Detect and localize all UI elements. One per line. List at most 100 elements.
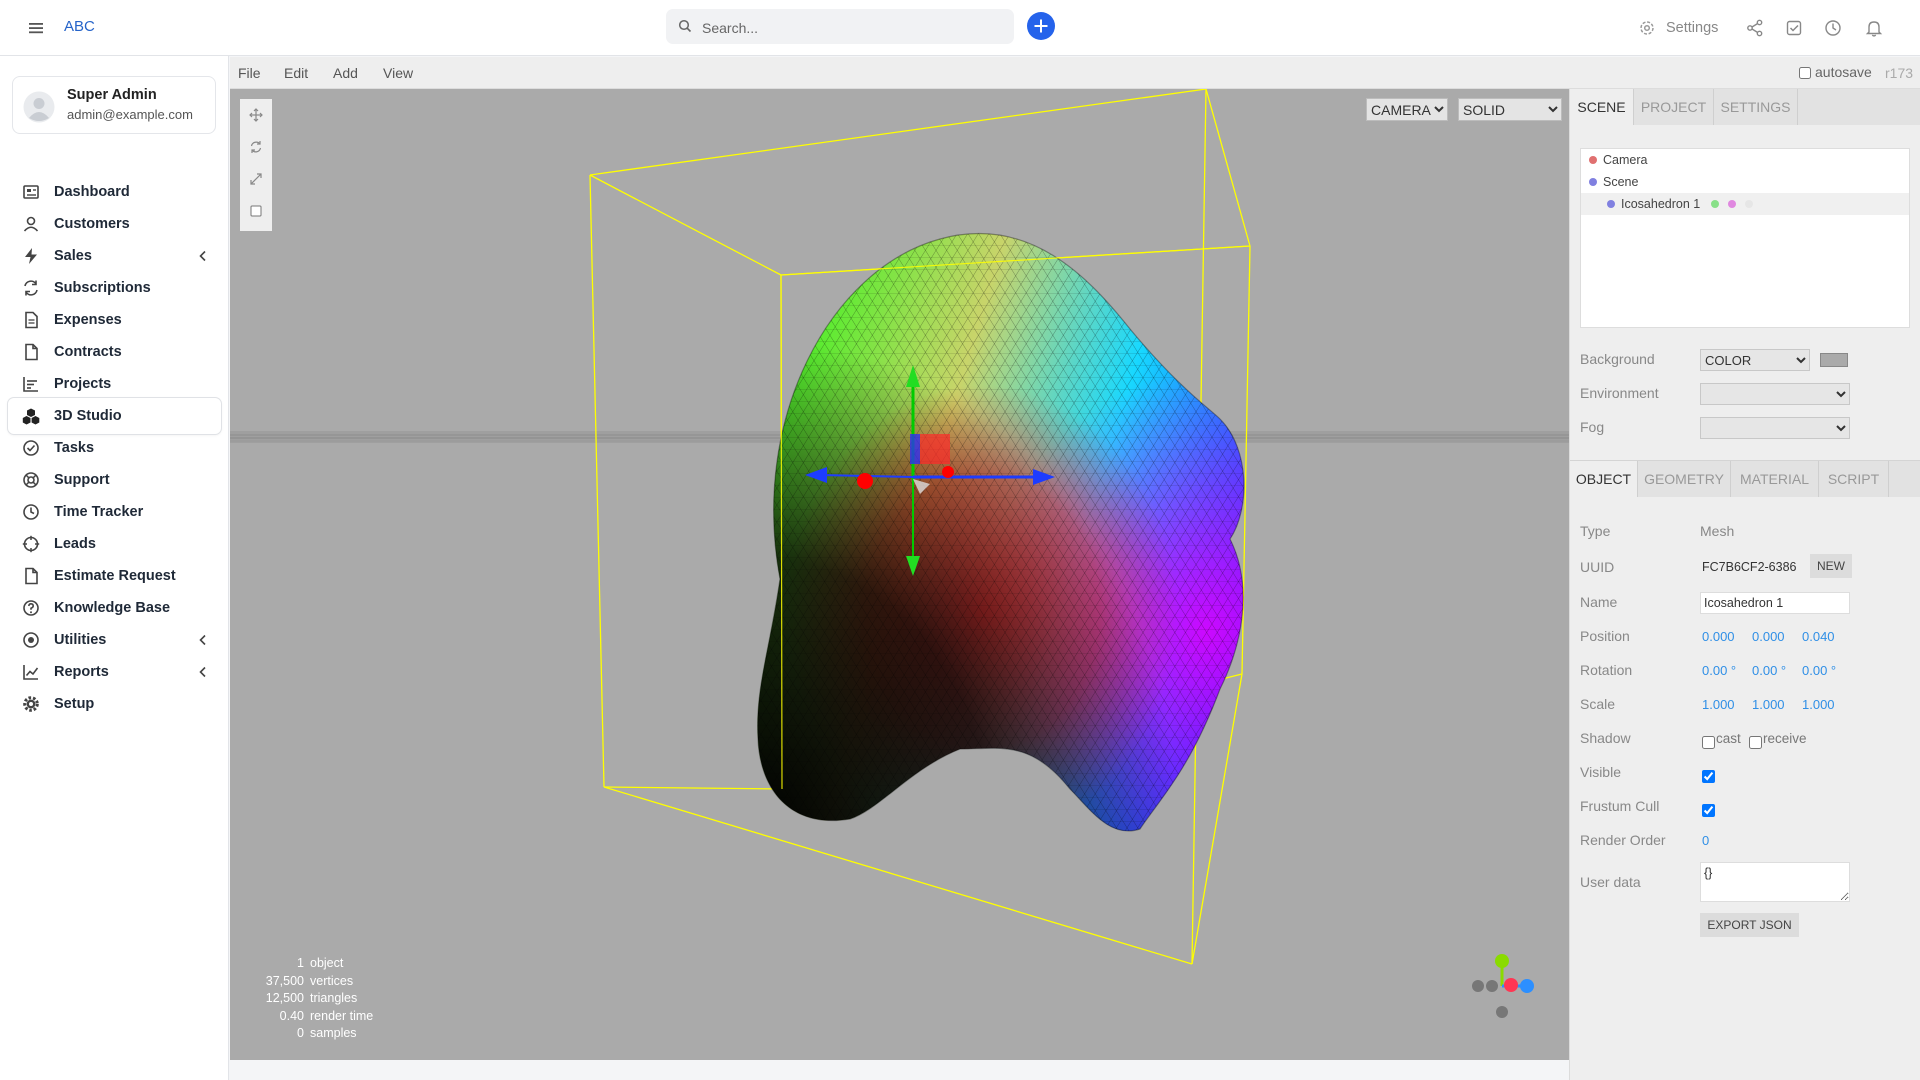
sidebar-item-subscriptions[interactable]: Subscriptions bbox=[8, 270, 221, 306]
sidebar-item-sales[interactable]: Sales bbox=[8, 238, 221, 274]
chevron-left-icon[interactable] bbox=[198, 634, 208, 646]
chevron-left-icon[interactable] bbox=[198, 666, 208, 678]
sidebar-item-setup[interactable]: Setup bbox=[8, 686, 221, 722]
y-axis[interactable] bbox=[1495, 954, 1509, 968]
rotate-tool[interactable] bbox=[240, 131, 272, 163]
sidebar-item-estimate-request[interactable]: Estimate Request bbox=[8, 558, 221, 594]
sidebar-item-3d-studio[interactable]: 3D Studio bbox=[8, 398, 221, 434]
outliner-item[interactable]: Scene bbox=[1581, 171, 1909, 193]
uuid-label: UUID bbox=[1580, 559, 1615, 575]
new-uuid-button[interactable]: NEW bbox=[1810, 554, 1852, 578]
scale-z[interactable]: 1.000 bbox=[1802, 697, 1835, 712]
move-icon bbox=[249, 108, 263, 122]
scale-x[interactable]: 1.000 bbox=[1702, 697, 1735, 712]
sidebar-item-contracts[interactable]: Contracts bbox=[8, 334, 221, 370]
menu-icon[interactable] bbox=[26, 18, 46, 38]
view-helper[interactable] bbox=[1459, 953, 1539, 1033]
position-x[interactable]: 0.000 bbox=[1702, 629, 1735, 644]
negative-z-axis[interactable] bbox=[1486, 980, 1498, 992]
shading-select[interactable]: SOLID bbox=[1458, 98, 1562, 121]
autosave-checkbox[interactable] bbox=[1799, 67, 1811, 79]
scale-tool[interactable] bbox=[240, 163, 272, 195]
viewport-canvas[interactable] bbox=[230, 89, 1569, 1060]
bell-icon[interactable] bbox=[1864, 18, 1884, 38]
brand-logo[interactable]: ABC bbox=[64, 18, 95, 35]
sidebar-item-customers[interactable]: Customers bbox=[8, 206, 221, 242]
name-input[interactable] bbox=[1700, 592, 1850, 614]
search-input[interactable] bbox=[700, 9, 1004, 46]
export-json-button[interactable]: EXPORT JSON bbox=[1700, 913, 1799, 937]
check-square-icon[interactable] bbox=[1784, 18, 1804, 38]
menu-add[interactable]: Add bbox=[333, 65, 358, 81]
tab-settings[interactable]: SETTINGS bbox=[1714, 89, 1798, 125]
outliner-item[interactable]: Icosahedron 1 bbox=[1581, 193, 1909, 215]
tab-geometry[interactable]: GEOMETRY bbox=[1638, 461, 1731, 497]
sidebar-item-support[interactable]: Support bbox=[8, 462, 221, 498]
sidebar-item-tasks[interactable]: Tasks bbox=[8, 430, 221, 466]
camera-select[interactable]: CAMERA bbox=[1366, 98, 1448, 121]
sidebar-item-label: Leads bbox=[54, 536, 96, 552]
user-name: Super Admin bbox=[67, 87, 157, 103]
negative-x-axis[interactable] bbox=[1472, 980, 1484, 992]
disc-icon bbox=[23, 632, 39, 648]
check-circle-icon bbox=[23, 440, 39, 456]
chevron-left-icon[interactable] bbox=[198, 250, 208, 262]
x-axis[interactable] bbox=[1504, 978, 1518, 992]
rotation-y[interactable]: 0.00 ° bbox=[1752, 663, 1786, 678]
viewport-info: 1 object 37,500 vertices 12,500 triangles 0.40… bbox=[260, 955, 400, 1043]
tab-project[interactable]: PROJECT bbox=[1634, 89, 1714, 125]
tab-object[interactable]: OBJECT bbox=[1570, 461, 1638, 497]
sidebar-item-projects[interactable]: Projects bbox=[8, 366, 221, 402]
sidebar-item-expenses[interactable]: Expenses bbox=[8, 302, 221, 338]
sidebar-item-time-tracker[interactable]: Time Tracker bbox=[8, 494, 221, 530]
background-select[interactable]: COLOR bbox=[1700, 349, 1810, 371]
fog-label: Fog bbox=[1580, 419, 1605, 435]
fog-select[interactable] bbox=[1700, 417, 1850, 439]
sidebar-item-leads[interactable]: Leads bbox=[8, 526, 221, 562]
rotation-x[interactable]: 0.00 ° bbox=[1702, 663, 1736, 678]
add-button[interactable] bbox=[1027, 12, 1055, 40]
position-z[interactable]: 0.040 bbox=[1802, 629, 1835, 644]
tab-scene[interactable]: SCENE bbox=[1570, 89, 1634, 125]
scale-y[interactable]: 1.000 bbox=[1752, 697, 1785, 712]
visible-checkbox[interactable] bbox=[1702, 770, 1715, 783]
scene-outliner[interactable]: Camera Scene Icosahedron 1 bbox=[1580, 148, 1910, 328]
sidebar-item-utilities[interactable]: Utilities bbox=[8, 622, 221, 658]
sidebar-item-reports[interactable]: Reports bbox=[8, 654, 221, 690]
menu-edit[interactable]: Edit bbox=[284, 65, 308, 81]
translate-tool[interactable] bbox=[240, 99, 272, 131]
negative-y-axis[interactable] bbox=[1496, 1006, 1508, 1018]
info-label: vertices bbox=[310, 973, 354, 988]
tab-material[interactable]: MATERIAL bbox=[1731, 461, 1819, 497]
viewport[interactable]: CAMERA SOLID 1 object 37,500 vertices 12,500… bbox=[230, 89, 1569, 1060]
user-data-textarea[interactable]: {} bbox=[1700, 862, 1850, 902]
receive-shadow-checkbox[interactable] bbox=[1749, 736, 1762, 749]
search-box[interactable] bbox=[666, 9, 1014, 46]
cast-shadow-checkbox[interactable] bbox=[1702, 736, 1715, 749]
info-value: 0.40 bbox=[279, 1008, 304, 1023]
tab-script[interactable]: SCRIPT bbox=[1819, 461, 1889, 497]
rotate-icon bbox=[250, 141, 262, 153]
outliner-item[interactable]: Camera bbox=[1581, 149, 1909, 171]
cast-label: cast bbox=[1716, 731, 1741, 746]
background-label: Background bbox=[1580, 351, 1655, 367]
menu-file[interactable]: File bbox=[238, 65, 261, 81]
sidebar-item-knowledge-base[interactable]: Knowledge Base bbox=[8, 590, 221, 626]
z-axis[interactable] bbox=[1520, 979, 1534, 993]
menu-view[interactable]: View bbox=[383, 65, 413, 81]
position-y[interactable]: 0.000 bbox=[1752, 629, 1785, 644]
render-order-value[interactable]: 0 bbox=[1702, 833, 1709, 848]
sidebar-item-dashboard[interactable]: Dashboard bbox=[8, 174, 221, 210]
gear-icon bbox=[1640, 21, 1654, 35]
environment-select[interactable] bbox=[1700, 383, 1850, 405]
info-value: 37,500 bbox=[265, 973, 304, 988]
frustum-cull-checkbox[interactable] bbox=[1702, 804, 1715, 817]
rotation-z[interactable]: 0.00 ° bbox=[1802, 663, 1836, 678]
clock-icon[interactable] bbox=[1823, 18, 1843, 38]
local-space-toggle[interactable] bbox=[240, 195, 272, 227]
autosave-toggle[interactable]: autosave bbox=[1799, 64, 1872, 80]
share-icon[interactable] bbox=[1745, 18, 1765, 38]
background-color-swatch[interactable] bbox=[1820, 353, 1848, 367]
icosahedron-mesh[interactable] bbox=[730, 209, 1290, 859]
user-card[interactable]: Super Admin admin@example.com bbox=[12, 76, 216, 134]
